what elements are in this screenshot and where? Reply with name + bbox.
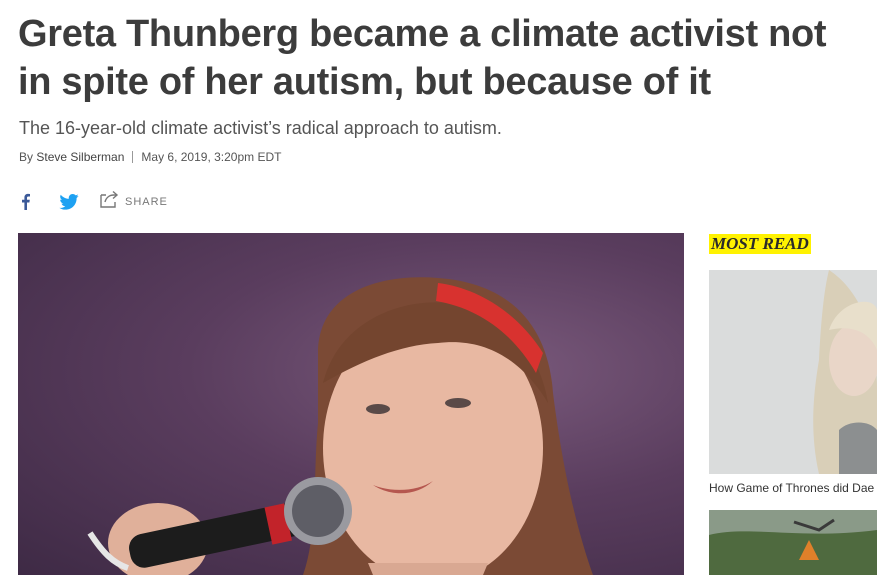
most-read-caption-1[interactable]: How Game of Thrones did Dae (709, 481, 877, 495)
publish-date: May 6, 2019, 3:20pm EDT (141, 150, 282, 164)
most-read-title: MOST READ (709, 234, 811, 254)
most-read-thumbnail-1[interactable] (709, 270, 877, 474)
hero-image (18, 233, 684, 575)
headline-line-2: in spite of her autism, but because of i… (18, 61, 711, 103)
byline-prefix: By (19, 150, 34, 164)
most-read-thumbnail-2[interactable] (709, 510, 877, 575)
share-icon (99, 190, 119, 213)
facebook-icon[interactable] (17, 192, 33, 212)
share-button[interactable]: SHARE (99, 190, 168, 213)
share-label: SHARE (125, 195, 168, 208)
article-headline: Greta Thunberg became a climate activist… (18, 10, 877, 106)
byline: By Steve Silberman May 6, 2019, 3:20pm E… (19, 150, 281, 164)
headline-line-1: Greta Thunberg became a climate activist… (18, 13, 827, 55)
twitter-icon[interactable] (57, 192, 81, 212)
article-page: Greta Thunberg became a climate activist… (0, 0, 877, 575)
byline-divider (132, 151, 134, 163)
article-dek: The 16-year-old climate activist’s radic… (19, 118, 502, 138)
share-bar: SHARE (17, 190, 168, 213)
author-link[interactable]: Steve Silberman (36, 150, 124, 164)
